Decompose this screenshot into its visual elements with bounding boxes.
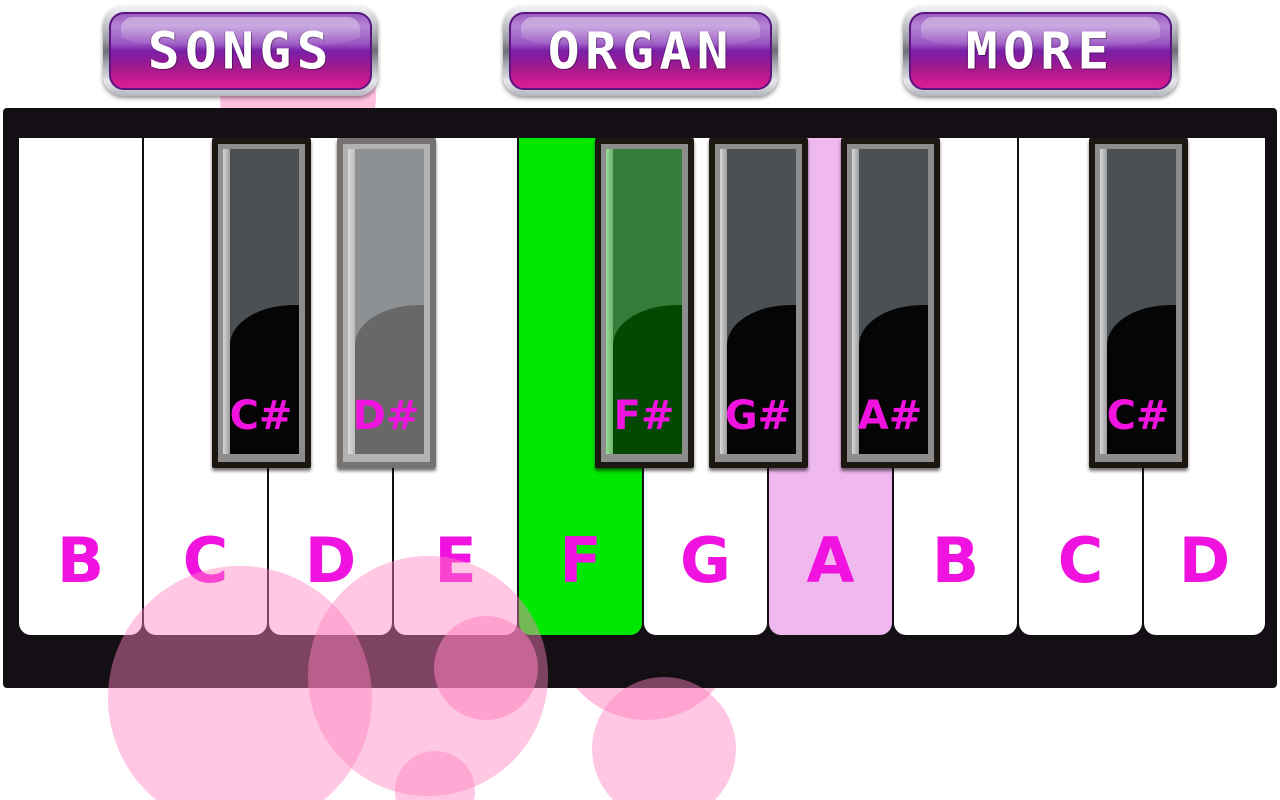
black-key-frame: C# [1095, 144, 1182, 462]
white-key-label: E [434, 524, 477, 597]
organ-button-face: ORGAN [509, 12, 772, 90]
white-key-label: A [806, 524, 855, 597]
black-key-frame: D# [343, 144, 430, 462]
songs-button[interactable]: SONGS [103, 6, 378, 96]
black-key-frame: C# [218, 144, 305, 462]
black-key-frame: F# [601, 144, 688, 462]
black-key-face: F# [606, 149, 682, 454]
bubble-decoration [395, 751, 475, 800]
keyboard-keys: B C D E F G A B C D C# D# F# G# A# C# [19, 138, 1265, 635]
white-key-label: D [304, 524, 357, 597]
white-key-b-0[interactable]: B [19, 138, 142, 635]
black-key-gsharp-3[interactable]: G# [709, 138, 808, 468]
white-key-label: C [182, 524, 229, 597]
white-key-label: C [1057, 524, 1104, 597]
songs-button-label: SONGS [147, 21, 334, 81]
black-key-fsharp-2[interactable]: F# [595, 138, 694, 468]
black-key-face: G# [720, 149, 796, 454]
white-key-label: D [1178, 524, 1231, 597]
black-key-frame: G# [715, 144, 802, 462]
bubble-decoration [592, 677, 736, 800]
piano-app-screen: SONGS ORGAN MORE B C D E F G A B C D C# D# F# G# A# C# [0, 0, 1280, 800]
white-key-label: G [680, 524, 731, 597]
black-key-label: C# [1106, 393, 1170, 439]
songs-button-face: SONGS [109, 12, 372, 90]
black-key-label: G# [724, 393, 792, 439]
white-key-label: B [56, 524, 105, 597]
black-key-csharp-5[interactable]: C# [1089, 138, 1188, 468]
black-key-label: A# [857, 393, 923, 439]
black-key-label: D# [352, 393, 420, 439]
organ-button-label: ORGAN [547, 21, 734, 81]
keyboard-frame: B C D E F G A B C D C# D# F# G# A# C# [3, 108, 1277, 688]
black-key-dsharp-1[interactable]: D# [337, 138, 436, 468]
black-key-face: C# [1100, 149, 1176, 454]
black-key-frame: A# [847, 144, 934, 462]
black-key-csharp-0[interactable]: C# [212, 138, 311, 468]
black-key-label: F# [613, 393, 675, 439]
white-key-label: F [559, 524, 602, 597]
organ-button[interactable]: ORGAN [503, 6, 778, 96]
white-key-label: B [931, 524, 980, 597]
black-key-face: A# [852, 149, 928, 454]
more-button[interactable]: MORE [903, 6, 1178, 96]
black-key-face: C# [223, 149, 299, 454]
more-button-face: MORE [909, 12, 1172, 90]
black-key-asharp-4[interactable]: A# [841, 138, 940, 468]
more-button-label: MORE [966, 21, 1115, 81]
top-toolbar: SONGS ORGAN MORE [0, 0, 1280, 105]
black-key-label: C# [229, 393, 293, 439]
black-key-face: D# [348, 149, 424, 454]
